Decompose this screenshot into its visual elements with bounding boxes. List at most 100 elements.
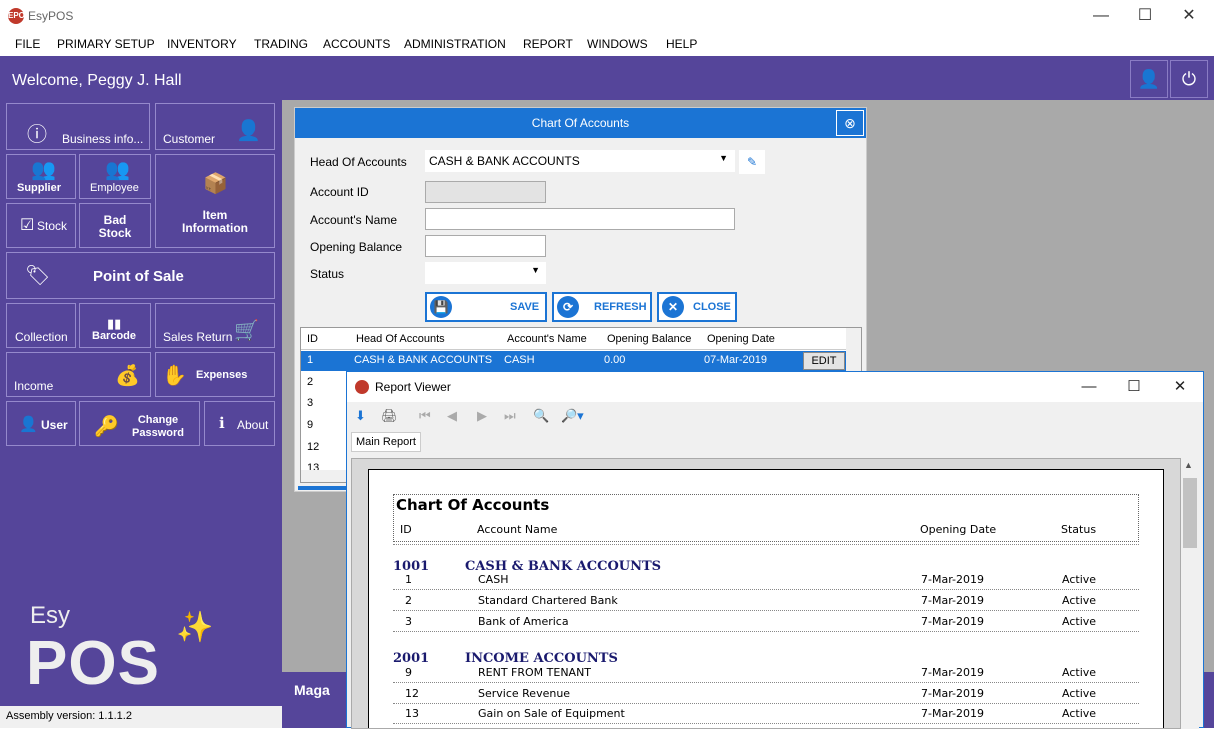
report-divider — [393, 703, 1139, 704]
rv-close-icon[interactable]: ✕ — [1157, 372, 1203, 402]
item-information-button[interactable]: 📦 Item Information — [155, 154, 275, 248]
report-viewer-window: Report Viewer — ☐ ✕ ⬇ 🖨 ⏮ ◀ ▶ ⏭ 🔍 🔎▾ Mai… — [346, 371, 1204, 729]
menu-trading[interactable]: TRADING — [254, 37, 308, 51]
rv-maximize-icon[interactable]: ☐ — [1111, 372, 1157, 402]
report-vscroll[interactable]: ▲ — [1181, 458, 1199, 729]
close-button[interactable]: ✕ CLOSE — [657, 292, 737, 322]
menu-inventory[interactable]: INVENTORY — [167, 37, 237, 51]
pencil-icon[interactable]: ✎ — [739, 150, 765, 174]
customer-button[interactable]: Customer 👤 — [155, 103, 275, 150]
report-item-date: 7-Mar-2019 — [921, 666, 984, 679]
maximize-icon[interactable]: ☐ — [1122, 2, 1168, 30]
head-of-accounts-value: CASH & BANK ACCOUNTS — [429, 154, 580, 168]
report-item-name: Gain on Sale of Equipment — [478, 707, 625, 720]
report-preview-area: Chart Of Accounts ID Account Name Openin… — [351, 458, 1181, 729]
income-button[interactable]: Income 💰 — [6, 352, 151, 397]
zoom-icon[interactable]: 🔎▾ — [561, 408, 584, 424]
binoculars-icon[interactable]: 🔍 — [533, 408, 549, 424]
app-title-bar: EPOS EsyPOS — ☐ ✕ — [0, 0, 1214, 32]
head-of-accounts-select[interactable]: CASH & BANK ACCOUNTS ▼ — [425, 150, 735, 172]
welcome-text: Welcome, Peggy J. Hall — [12, 72, 182, 89]
save-button[interactable]: 💾 SAVE — [425, 292, 547, 322]
table-row[interactable]: 1 CASH & BANK ACCOUNTS CASH 0.00 07-Mar-… — [301, 351, 846, 371]
cell-id: 2 — [307, 376, 314, 388]
stock-button[interactable]: ☑ Stock — [6, 203, 76, 248]
opening-balance-field[interactable] — [425, 235, 546, 257]
grid-header-name[interactable]: Account's Name — [507, 333, 587, 345]
report-item-date: 7-Mar-2019 — [921, 594, 984, 607]
change-password-button[interactable]: 🔑 Change Password — [79, 401, 200, 446]
menu-windows[interactable]: WINDOWS — [587, 37, 648, 51]
menu-administration[interactable]: ADMINISTRATION — [404, 37, 506, 51]
report-col-date: Opening Date — [920, 523, 997, 536]
expenses-button[interactable]: ✋ Expenses — [155, 352, 275, 397]
collection-button[interactable]: Collection — [6, 303, 76, 348]
report-item-id: 1 — [405, 573, 412, 586]
report-item-status: Active — [1062, 573, 1097, 586]
minimize-icon[interactable]: — — [1078, 2, 1124, 30]
account-name-field[interactable] — [425, 208, 735, 230]
scroll-up-icon[interactable]: ▲ — [1184, 460, 1193, 470]
scroll-thumb[interactable] — [1183, 478, 1197, 548]
change-password-label: Change Password — [132, 414, 184, 439]
report-item-status: Active — [1062, 707, 1097, 720]
tab-main-report[interactable]: Main Report — [351, 432, 421, 452]
next-page-icon[interactable]: ▶ — [477, 408, 487, 424]
cell-id: 9 — [307, 419, 314, 431]
grid-header-id[interactable]: ID — [307, 333, 318, 345]
status-select[interactable]: ▼ — [425, 262, 546, 284]
grid-header-date[interactable]: Opening Date — [707, 333, 775, 345]
grid-header-head[interactable]: Head Of Accounts — [356, 333, 445, 345]
close-label: CLOSE — [693, 301, 731, 313]
coa-close-icon[interactable]: ⊗ — [836, 110, 864, 136]
point-of-sale-button[interactable]: 🏷 Point of Sale — [6, 252, 275, 299]
menu-report[interactable]: REPORT — [523, 37, 573, 51]
report-item-name: Service Revenue — [478, 687, 571, 700]
refresh-icon: ⟳ — [557, 296, 579, 318]
supplier-button[interactable]: 👥 Supplier — [6, 154, 76, 199]
power-icon[interactable]: ⏻ — [1170, 60, 1208, 98]
report-col-id: ID — [400, 523, 412, 536]
report-viewer-logo-icon — [355, 380, 369, 394]
menu-file[interactable]: FILE — [15, 37, 40, 51]
point-of-sale-label: Point of Sale — [93, 268, 184, 285]
report-item-name: Bank of America — [478, 615, 569, 628]
menu-accounts[interactable]: ACCOUNTS — [323, 37, 390, 51]
certificate-icon: ⓘ — [27, 124, 47, 146]
employee-button[interactable]: 👥 Employee — [79, 154, 151, 199]
group-code: 2001 — [393, 651, 430, 666]
close-icon[interactable]: ✕ — [1166, 2, 1212, 30]
report-item-id: 9 — [405, 666, 412, 679]
info-icon: ℹ — [219, 415, 225, 432]
bad-stock-button[interactable]: Bad Stock — [79, 203, 151, 248]
opening-balance-label: Opening Balance — [310, 240, 403, 254]
edit-button[interactable]: EDIT — [803, 352, 845, 370]
report-divider — [393, 544, 1139, 545]
prev-page-icon[interactable]: ◀ — [447, 408, 457, 424]
grid-header-opening[interactable]: Opening Balance — [607, 333, 691, 345]
about-button[interactable]: ℹ About — [204, 401, 275, 446]
status-bar: Assembly version: 1.1.1.2 — [0, 706, 282, 728]
rv-minimize-icon[interactable]: — — [1066, 372, 1112, 402]
barcode-button[interactable]: ▮▮ Barcode — [79, 303, 151, 348]
coa-header: Chart Of Accounts ⊗ — [295, 108, 866, 138]
tag-icon: 🏷 — [25, 265, 51, 287]
menu-primary-setup[interactable]: PRIMARY SETUP — [57, 37, 155, 51]
customer-icon: 👤 — [236, 120, 261, 142]
user-button[interactable]: 👤 User — [6, 401, 76, 446]
export-icon[interactable]: ⬇ — [355, 408, 366, 424]
first-page-icon[interactable]: ⏮ — [419, 408, 431, 424]
account-id-field[interactable] — [425, 181, 546, 203]
business-info-button[interactable]: ⓘ Business info... — [6, 103, 150, 150]
menu-help[interactable]: HELP — [666, 37, 697, 51]
user-label: User — [41, 418, 68, 432]
print-icon[interactable]: 🖨 — [381, 408, 398, 424]
sales-return-button[interactable]: Sales Return 🛒 — [155, 303, 275, 348]
brand-pos: POS — [26, 629, 160, 698]
barcode-label: Barcode — [92, 330, 137, 342]
user-icon: 👤 — [19, 416, 38, 433]
refresh-button[interactable]: ⟳ REFRESH — [552, 292, 652, 322]
last-page-icon[interactable]: ⏭ — [504, 408, 516, 424]
report-item-name: CASH — [478, 573, 509, 586]
user-profile-icon[interactable]: 👤 — [1130, 60, 1168, 98]
